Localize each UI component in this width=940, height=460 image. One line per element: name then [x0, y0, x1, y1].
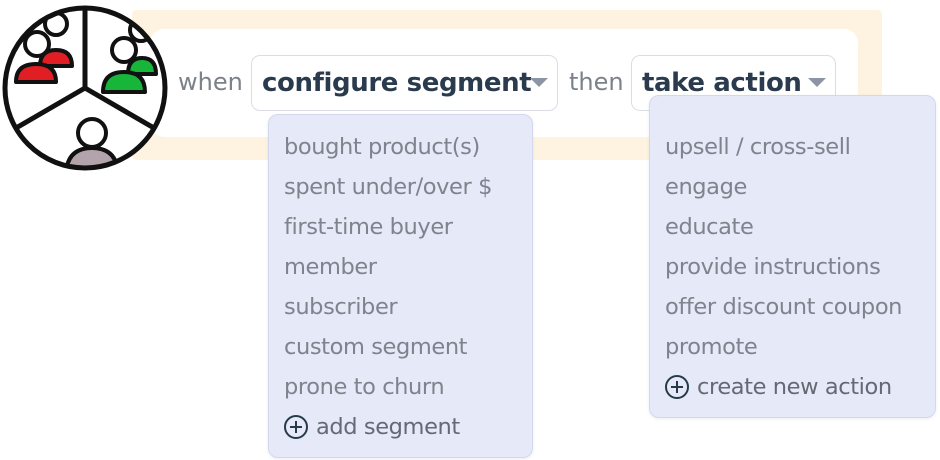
add-segment-button[interactable]: add segment [269, 407, 532, 447]
segment-option-prone-to-churn[interactable]: prone to churn [269, 367, 532, 407]
segment-option-subscriber[interactable]: subscriber [269, 287, 532, 327]
then-label: then [569, 68, 624, 96]
segment-option-spent[interactable]: spent under/over $ [269, 167, 532, 207]
segment-menu: bought product(s) spent under/over $ fir… [268, 114, 533, 458]
segment-option-bought-products[interactable]: bought product(s) [269, 127, 532, 167]
segment-option-member[interactable]: member [269, 247, 532, 287]
plus-circle-icon [284, 415, 308, 439]
segment-option-custom-segment[interactable]: custom segment [269, 327, 532, 367]
action-option-engage[interactable]: engage [650, 167, 935, 207]
action-option-educate[interactable]: educate [650, 207, 935, 247]
create-new-action-label: create new action [697, 374, 892, 400]
plus-circle-icon [665, 375, 689, 399]
action-option-provide-instructions[interactable]: provide instructions [650, 247, 935, 287]
action-menu: upsell / cross-sell engage educate provi… [649, 95, 936, 418]
customer-segments-icon [2, 5, 168, 171]
add-segment-label: add segment [316, 414, 460, 440]
chevron-down-icon [808, 78, 826, 87]
chevron-down-icon [530, 78, 548, 87]
segment-dropdown[interactable]: configure segment [251, 55, 558, 111]
segment-option-first-time-buyer[interactable]: first-time buyer [269, 207, 532, 247]
when-label: when [178, 68, 243, 96]
action-option-offer-discount[interactable]: offer discount coupon [650, 287, 935, 327]
segment-dropdown-value: configure segment [262, 68, 532, 98]
action-option-promote[interactable]: promote [650, 327, 935, 367]
create-new-action-button[interactable]: create new action [650, 367, 935, 407]
action-option-upsell[interactable]: upsell / cross-sell [650, 127, 935, 167]
action-dropdown-value: take action [642, 68, 802, 98]
